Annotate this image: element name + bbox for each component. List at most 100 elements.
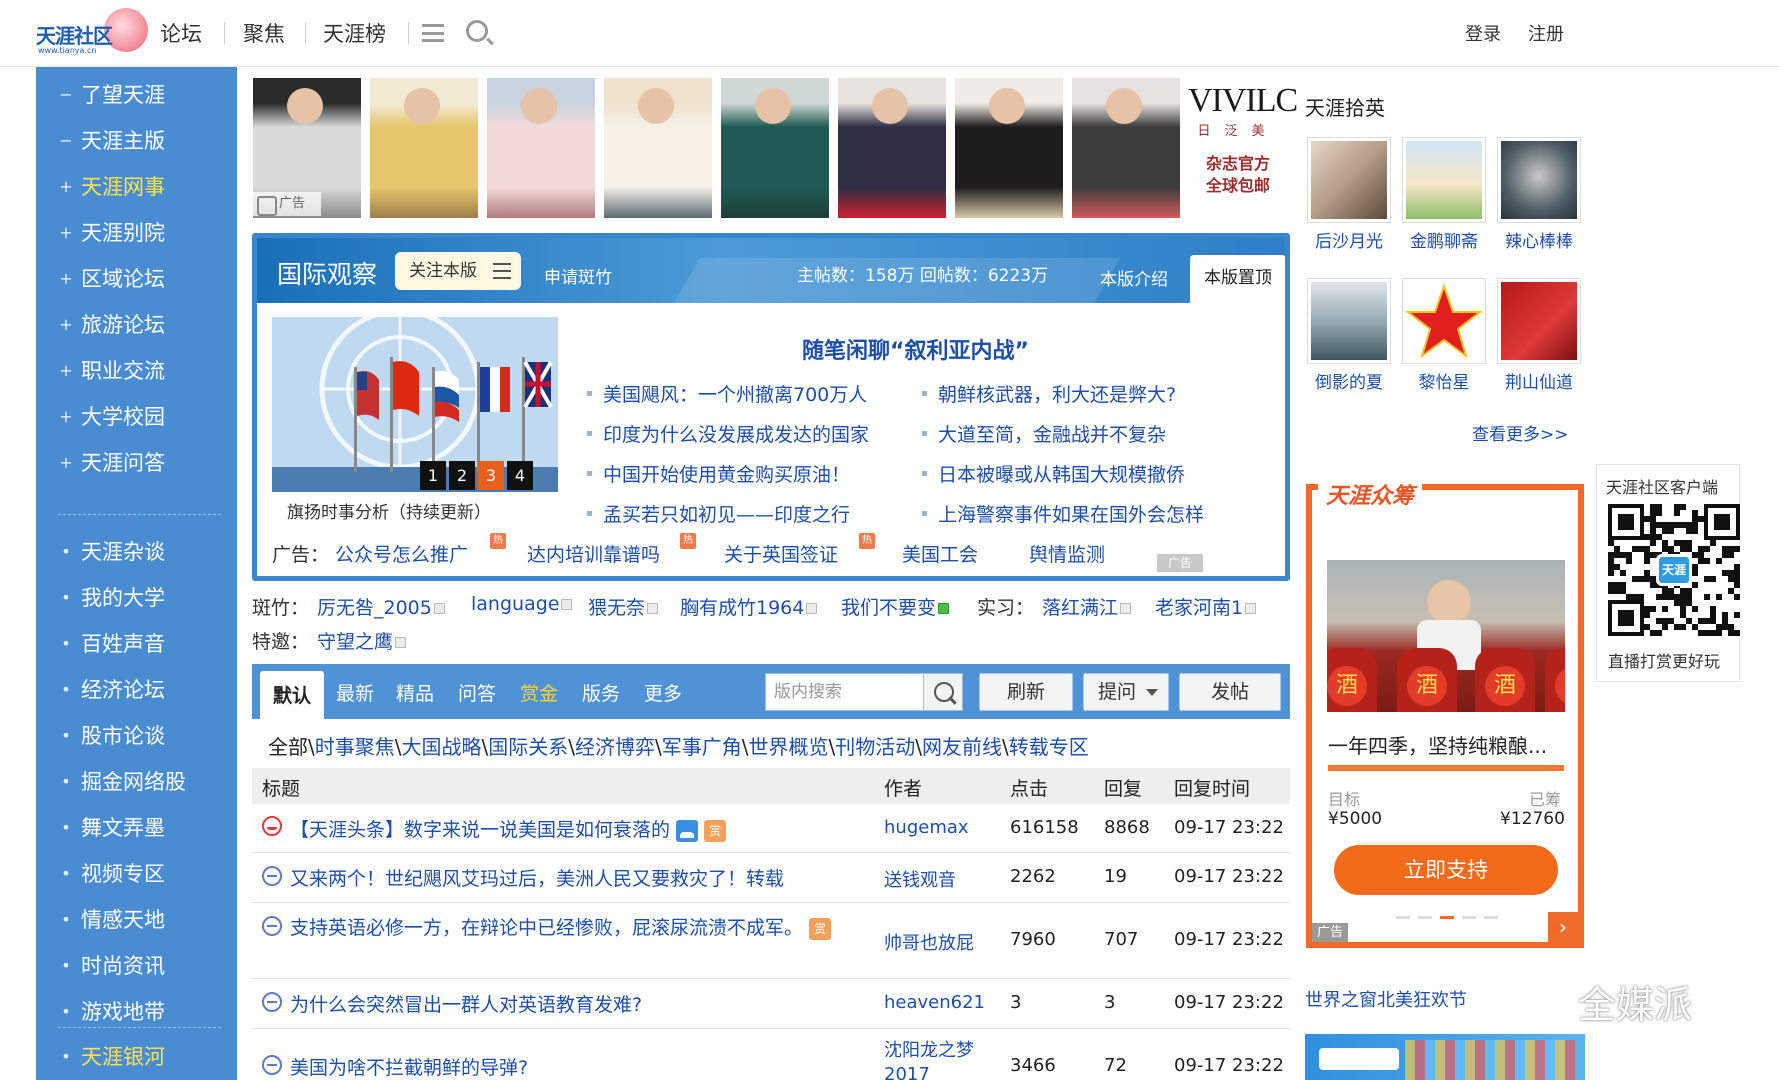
- news-link[interactable]: 日本被曝或从韩国大规模撤侨: [922, 460, 1185, 487]
- category-link[interactable]: 军事广角: [662, 735, 742, 759]
- pick-name[interactable]: 荆山仙道: [1491, 368, 1587, 393]
- news-link[interactable]: 中国开始使用黄金购买原油！: [587, 460, 850, 487]
- tab-admin[interactable]: 版务: [582, 679, 620, 706]
- news-link[interactable]: 大道至简，金融战并不复杂: [922, 420, 1166, 447]
- ask-button[interactable]: 提问: [1083, 673, 1169, 711]
- news-link[interactable]: 孟买若只如初见——印度之行: [587, 500, 850, 527]
- pick-name[interactable]: 后沙月光: [1301, 227, 1397, 252]
- sidebar-item[interactable]: • 经济论坛: [36, 667, 237, 713]
- sidebar-item[interactable]: + 天涯网事: [36, 164, 237, 210]
- sidebar-item-galaxy[interactable]: • 天涯银河: [36, 1034, 237, 1080]
- post-title-link[interactable]: 为什么会突然冒出一群人对英语教育发难?: [290, 990, 642, 1017]
- register-link[interactable]: 注册: [1528, 20, 1564, 46]
- post-author-link[interactable]: heaven621: [884, 992, 985, 1013]
- refresh-button[interactable]: 刷新: [979, 673, 1073, 711]
- ad-link[interactable]: 达内培训靠谱吗: [527, 540, 660, 567]
- support-button[interactable]: 立即支持: [1334, 845, 1558, 895]
- post-author-link[interactable]: 帅哥也放屁: [884, 929, 974, 955]
- sidebar-item[interactable]: + 天涯问答: [36, 440, 237, 486]
- sidebar-item[interactable]: − 了望天涯: [36, 72, 237, 118]
- category-all[interactable]: 全部: [268, 735, 308, 759]
- moderator-link[interactable]: language: [471, 593, 573, 615]
- carousel-dot[interactable]: [1418, 916, 1432, 919]
- moderator-link[interactable]: 厉无咎_2005: [317, 593, 445, 620]
- tab-qa[interactable]: 问答: [458, 679, 496, 706]
- tab-default[interactable]: 默认: [260, 671, 324, 719]
- pick-avatar[interactable]: [1307, 137, 1391, 223]
- ad-link[interactable]: 关于英国签证: [724, 540, 838, 567]
- slide-dot[interactable]: 4: [507, 461, 533, 490]
- pick-avatar[interactable]: [1402, 137, 1486, 223]
- board-top-tab[interactable]: 本版置顶: [1190, 255, 1285, 303]
- qr-code[interactable]: 天涯: [1608, 504, 1740, 636]
- news-link[interactable]: 朝鲜核武器，利大还是弊大?: [922, 380, 1176, 407]
- focus-caption[interactable]: 旗扬时事分析（持续更新）: [287, 498, 491, 523]
- sidebar-item[interactable]: + 旅游论坛: [36, 302, 237, 348]
- category-link[interactable]: 转载专区: [1009, 735, 1089, 759]
- pick-name[interactable]: 辣心棒棒: [1491, 227, 1587, 252]
- tab-latest[interactable]: 最新: [336, 679, 374, 706]
- intern-link[interactable]: 落红满江: [1042, 593, 1132, 620]
- ad-link[interactable]: 舆情监测: [1029, 540, 1105, 567]
- category-link[interactable]: 世界概览: [749, 735, 829, 759]
- post-title-link[interactable]: 又来两个！世纪飓风艾玛过后，美洲人民又要救灾了！转载: [290, 864, 784, 891]
- brand-ad[interactable]: VIVILC 日泛美 杂志官方 全球包邮: [1188, 78, 1298, 218]
- board-intro-link[interactable]: 本版介绍: [1100, 265, 1168, 290]
- nav-ranking[interactable]: 天涯榜: [323, 18, 386, 48]
- table-row[interactable]: 美国为啥不拦截朝鲜的导弹? 沈阳龙之梦2017 3466 72 09-17 23…: [252, 1029, 1290, 1080]
- pick-name[interactable]: 黎怡星: [1396, 368, 1492, 393]
- see-more-link[interactable]: 查看更多>>: [1472, 420, 1569, 445]
- pick-avatar[interactable]: [1497, 137, 1581, 223]
- slide-dot[interactable]: 1: [420, 461, 446, 490]
- sidebar-item[interactable]: • 时尚资讯: [36, 943, 237, 989]
- post-author-link[interactable]: 送钱观音: [884, 866, 956, 892]
- world-window-link[interactable]: 世界之窗北美狂欢节: [1305, 986, 1467, 1012]
- category-link[interactable]: 刊物活动: [835, 735, 915, 759]
- moderator-link[interactable]: 猥无奈: [588, 593, 659, 620]
- pick-name[interactable]: 倒影的夏: [1301, 368, 1397, 393]
- table-row[interactable]: 【天涯头条】数字来说一说美国是如何衰落的 赏 hugemax 616158 88…: [252, 804, 1290, 853]
- pick-avatar[interactable]: [1497, 278, 1581, 364]
- category-link[interactable]: 网友前线: [922, 735, 1002, 759]
- sidebar-item[interactable]: • 天涯杂谈: [36, 529, 237, 575]
- sidebar-item[interactable]: + 天涯别院: [36, 210, 237, 256]
- carousel-dot[interactable]: [1462, 916, 1476, 919]
- post-title-link[interactable]: 支持英语必修一方，在辩论中已经惨败，屁滚尿流溃不成军。 赏: [290, 913, 880, 943]
- nav-focus[interactable]: 聚焦: [243, 18, 285, 48]
- pick-avatar[interactable]: [1402, 278, 1486, 364]
- post-title-link[interactable]: 【天涯头条】数字来说一说美国是如何衰落的 赏: [290, 815, 727, 842]
- table-row[interactable]: 为什么会突然冒出一群人对英语教育发难? heaven621 3 3 09-17 …: [252, 979, 1290, 1029]
- news-link[interactable]: 美国飓风：一个州撤离700万人: [587, 380, 867, 407]
- post-author-link[interactable]: 沈阳龙之梦2017: [884, 1039, 994, 1080]
- slide-dot-active[interactable]: 3: [478, 461, 504, 490]
- crowdfunding-title[interactable]: 一年四季，坚持纯粮酿...: [1328, 730, 1547, 759]
- chevron-right-icon[interactable]: ›: [1548, 912, 1578, 942]
- crowdfunding-image[interactable]: 酒 酒 酒 酒: [1327, 560, 1565, 712]
- sidebar-item[interactable]: • 视频专区: [36, 851, 237, 897]
- slide-dot[interactable]: 2: [449, 461, 475, 490]
- carousel-dot[interactable]: [1484, 916, 1498, 919]
- sidebar-item[interactable]: + 区域论坛: [36, 256, 237, 302]
- category-link[interactable]: 经济博弈: [575, 735, 655, 759]
- moderator-link[interactable]: 胸有成竹1964: [680, 593, 818, 620]
- table-row[interactable]: 支持英语必修一方，在辩论中已经惨败，屁滚尿流溃不成军。 赏 帅哥也放屁 7960…: [252, 903, 1290, 979]
- news-link[interactable]: 上海警察事件如果在国外会怎样: [922, 500, 1204, 527]
- ad-link[interactable]: 美国工会: [902, 540, 978, 567]
- ad-link[interactable]: 公众号怎么推广: [335, 540, 468, 567]
- tab-more[interactable]: 更多: [644, 679, 682, 706]
- sidebar-item[interactable]: • 掘金网络股: [36, 759, 237, 805]
- tab-bounty[interactable]: 赏金: [520, 679, 558, 706]
- guest-link[interactable]: 守望之鹰: [317, 627, 407, 654]
- world-window-banner[interactable]: [1305, 1034, 1585, 1080]
- search-icon[interactable]: [466, 20, 488, 42]
- category-link[interactable]: 大国战略: [402, 735, 482, 759]
- category-link[interactable]: 国际关系: [488, 735, 568, 759]
- sidebar-item[interactable]: • 游戏地带: [36, 989, 237, 1035]
- sidebar-item[interactable]: • 情感天地: [36, 897, 237, 943]
- sidebar-item[interactable]: − 天涯主版: [36, 118, 237, 164]
- carousel-dot-active[interactable]: [1440, 916, 1454, 919]
- sidebar-item[interactable]: • 股市论谈: [36, 713, 237, 759]
- post-button[interactable]: 发帖: [1179, 673, 1281, 711]
- pick-name[interactable]: 金鹏聊斋: [1396, 227, 1492, 252]
- sidebar-item[interactable]: + 大学校园: [36, 394, 237, 440]
